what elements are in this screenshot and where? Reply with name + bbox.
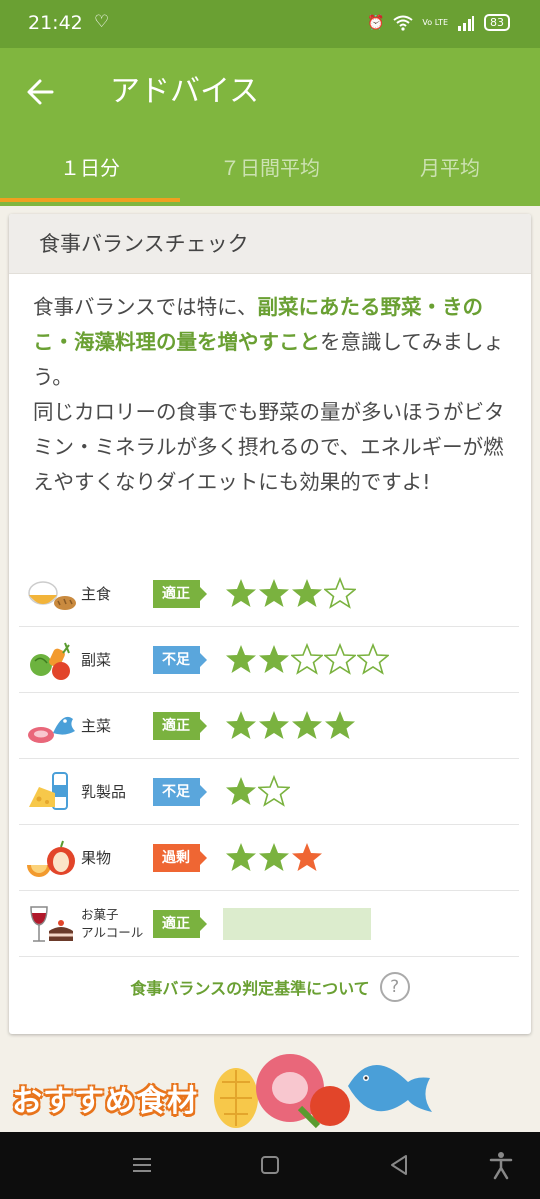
star-filled-icon	[226, 777, 256, 805]
recommended-banner[interactable]: おすすめ食材	[0, 1046, 540, 1132]
row-label: お菓子 アルコール	[81, 906, 143, 942]
star-filled-icon	[259, 579, 289, 607]
star-filled-icon	[226, 843, 256, 871]
status-badge: 不足	[153, 646, 207, 674]
back-arrow-icon[interactable]	[22, 72, 62, 112]
balance-row-dairy: 乳製品 不足	[19, 759, 519, 825]
page-title: アドバイス	[110, 74, 260, 109]
heart-icon: ♡	[94, 12, 110, 32]
star-filled-icon	[325, 711, 355, 739]
back-nav-icon[interactable]	[384, 1150, 414, 1180]
empty-rating-bar	[223, 908, 371, 940]
star-empty-icon	[357, 643, 389, 675]
balance-row-fruit: 果物 過剰	[19, 825, 519, 891]
vegetables-icon	[30, 642, 70, 680]
battery-icon: 83	[484, 14, 510, 31]
star-over-icon	[292, 843, 322, 871]
status-badge: 過剰	[153, 844, 207, 872]
star-rating	[225, 841, 323, 873]
tab-bar: １日分 ７日間平均 月平均	[0, 138, 540, 204]
row-label: 主菜	[81, 717, 112, 735]
advice-part-1: 食事バランスでは特に、	[33, 295, 258, 319]
star-filled-icon	[226, 711, 256, 739]
star-filled-icon	[259, 645, 289, 673]
star-rating	[225, 577, 356, 609]
tab-monthly-average[interactable]: 月平均	[360, 138, 540, 204]
star-empty-icon	[258, 775, 290, 807]
home-icon[interactable]	[255, 1150, 285, 1180]
criteria-link[interactable]: 食事バランスの判定基準について ?	[9, 972, 531, 1002]
balance-row-side-dish: 副菜 不足	[19, 627, 519, 693]
star-filled-icon	[226, 645, 256, 673]
status-badge: 適正	[153, 580, 207, 608]
row-label: 副菜	[81, 651, 112, 669]
wifi-icon	[393, 15, 414, 31]
accessibility-icon[interactable]	[486, 1150, 516, 1180]
star-empty-icon	[324, 643, 356, 675]
card-title: 食事バランスチェック	[9, 214, 531, 274]
star-filled-icon	[259, 711, 289, 739]
sweets-alcohol-icon	[30, 906, 73, 942]
balance-row-staple: 主食 適正	[19, 561, 519, 627]
meat-fish-icon	[28, 716, 75, 743]
row-label: 乳製品	[81, 783, 127, 801]
status-bar: 21:42 ♡ ⏰ Vo LTE 83	[0, 0, 540, 48]
status-icons: ⏰ Vo LTE 83	[367, 14, 510, 31]
help-icon[interactable]: ?	[379, 972, 410, 1002]
status-badge: 適正	[153, 712, 207, 740]
star-filled-icon	[226, 579, 256, 607]
advice-part-3: 同じカロリーの食事でも野菜の量が多いほうがビタミン・ミネラルが多く摂れるので、エ…	[33, 400, 505, 494]
star-filled-icon	[292, 579, 322, 607]
star-filled-icon	[259, 843, 289, 871]
star-rating	[225, 643, 389, 675]
balance-row-main-dish: 主菜 適正	[19, 693, 519, 759]
alarm-icon: ⏰	[366, 14, 385, 31]
volte-indicator: Vo LTE	[422, 17, 448, 27]
rice-bread-icon	[28, 581, 76, 610]
star-rating	[225, 775, 290, 807]
recommended-title: おすすめ食材	[12, 1084, 198, 1119]
status-time: 21:42	[28, 12, 83, 34]
star-rating	[225, 709, 356, 741]
recent-apps-icon[interactable]	[127, 1150, 157, 1180]
star-empty-icon	[324, 577, 356, 609]
row-label: 果物	[81, 849, 112, 867]
balance-list: 主食 適正 副菜 不足 主菜 適正 乳製品 不足 果物 過剰 お菓子 アルコール…	[19, 561, 519, 957]
star-empty-icon	[291, 643, 323, 675]
status-badge: 適正	[153, 910, 207, 938]
signal-icon	[458, 15, 474, 31]
star-filled-icon	[292, 711, 322, 739]
tab-seven-day-average[interactable]: ７日間平均	[180, 138, 360, 204]
fruit-icon	[27, 840, 75, 877]
system-nav-bar	[0, 1132, 540, 1199]
balance-check-card: 食事バランスチェック 食事バランスでは特に、副菜にあたる野菜・きのこ・海藻料理の…	[9, 214, 531, 1034]
tab-one-day[interactable]: １日分	[0, 138, 180, 204]
criteria-link-text[interactable]: 食事バランスの判定基準について	[130, 975, 369, 999]
status-badge: 不足	[153, 778, 207, 806]
row-label-line-1: お菓子	[81, 906, 119, 922]
row-label-line-2: アルコール	[81, 924, 144, 940]
dairy-icon	[29, 772, 68, 810]
row-label: 主食	[81, 585, 112, 603]
advice-text: 食事バランスでは特に、副菜にあたる野菜・きのこ・海藻料理の量を増やすことを意識し…	[9, 274, 531, 500]
balance-row-sweets-alcohol: お菓子アルコール 適正	[19, 891, 519, 957]
